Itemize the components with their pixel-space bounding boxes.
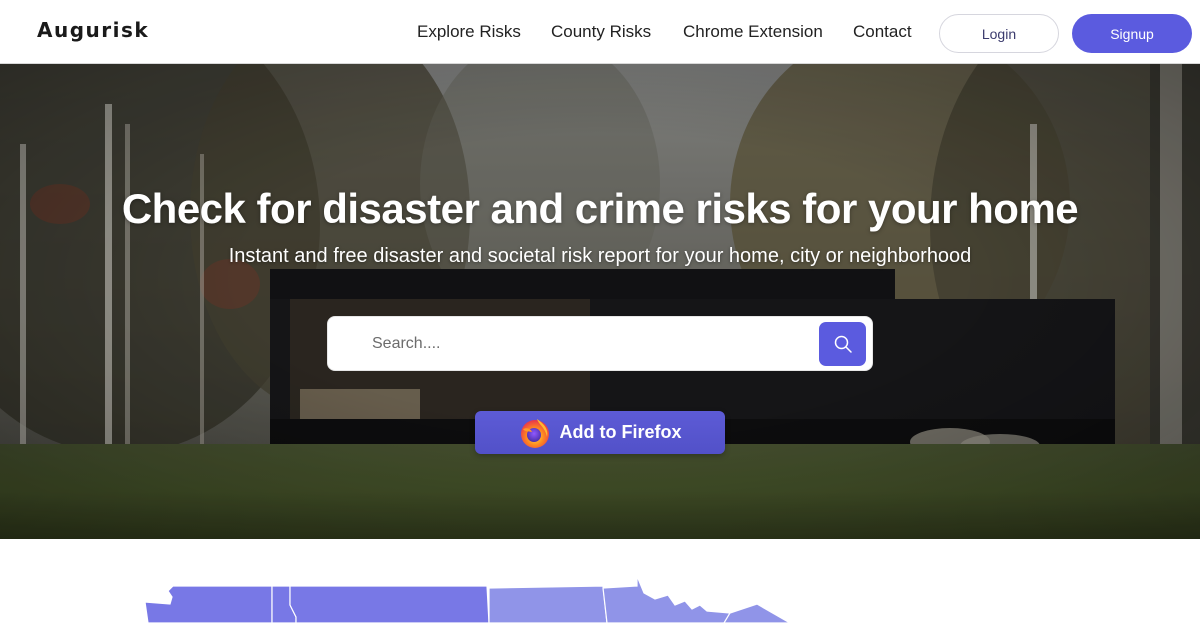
- search-button[interactable]: [819, 322, 866, 366]
- map-state-washington: [144, 585, 273, 623]
- hero-background-image: [0, 64, 1200, 539]
- nav-link-explore-risks[interactable]: Explore Risks: [417, 22, 521, 42]
- hero-title: Check for disaster and crime risks for y…: [121, 185, 1079, 232]
- map-state-north-dakota: [488, 585, 608, 623]
- search-icon: [834, 335, 852, 353]
- nav-link-county-risks[interactable]: County Risks: [551, 22, 651, 42]
- nav-link-chrome-extension[interactable]: Chrome Extension: [683, 22, 823, 42]
- nav-link-contact[interactable]: Contact: [853, 22, 912, 42]
- login-button[interactable]: Login: [939, 14, 1059, 53]
- map-state-montana: [289, 585, 490, 623]
- hero-subtitle: Instant and free disaster and societal r…: [228, 245, 972, 267]
- navbar: Augurisk Explore Risks County Risks Chro…: [0, 0, 1200, 64]
- us-risk-map[interactable]: [0, 539, 1200, 623]
- firefox-icon: [520, 418, 549, 448]
- map-state-minnesota: [602, 575, 732, 623]
- add-to-firefox-button[interactable]: Add to Firefox: [475, 411, 725, 454]
- hero-section: Check for disaster and crime risks for y…: [0, 64, 1200, 539]
- logo[interactable]: Augurisk: [37, 18, 149, 42]
- search-bar: [327, 316, 873, 371]
- map-state-wisconsin: [723, 603, 792, 623]
- signup-button[interactable]: Signup: [1072, 14, 1192, 53]
- search-input[interactable]: [372, 329, 812, 359]
- add-to-firefox-label: Add to Firefox: [559, 422, 682, 442]
- risk-map-section: [0, 539, 1200, 623]
